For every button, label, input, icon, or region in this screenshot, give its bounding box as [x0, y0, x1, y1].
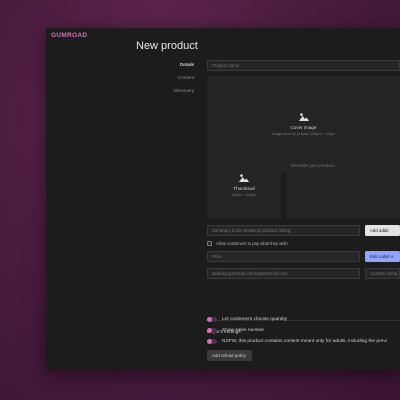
- summary-input[interactable]: Summary to be shown on product listing: [207, 225, 360, 236]
- product-name-placeholder: Product name: [212, 63, 240, 68]
- custom-domain-placeholder: Custom doma: [370, 271, 398, 276]
- pay-what-they-want-label: Allow customers to pay what they wish.: [216, 241, 289, 246]
- cover-image-hint: Image must be at least 1280px × 720px: [271, 132, 336, 136]
- summary-placeholder: Summary to be shown on product listing: [212, 228, 291, 233]
- toggle-row-nsfw[interactable]: NSFW, this product contains content mean…: [207, 339, 387, 344]
- edit-label-button[interactable]: Edit Label o: [365, 251, 400, 262]
- sales-number-toggle[interactable]: [207, 328, 217, 333]
- nav-item-details[interactable]: Details: [156, 61, 194, 74]
- image-icon: [298, 113, 309, 121]
- toggle-row-quantity[interactable]: Let customers choose quantity: [207, 317, 287, 322]
- quantity-toggle[interactable]: [207, 317, 217, 322]
- sales-number-label: Show sales number: [222, 328, 265, 333]
- thumbnail-title: Thumbnail: [233, 185, 255, 191]
- app-window: GUMROAD New product Details Content Disc…: [46, 28, 400, 370]
- product-url-value: delancy.gumroad.com/optimize-for-seo: [212, 271, 288, 276]
- product-url-input[interactable]: delancy.gumroad.com/optimize-for-seo: [207, 268, 360, 279]
- image-icon: [239, 173, 249, 182]
- thumbnail-hint: 600px × 600px: [232, 192, 256, 197]
- add-refund-policy-button[interactable]: Add refund policy: [207, 350, 252, 361]
- nsfw-label: NSFW, this product contains content mean…: [222, 339, 387, 344]
- nav-item-discovery[interactable]: Discovery: [156, 87, 194, 100]
- custom-domain-input[interactable]: Custom doma: [365, 268, 400, 279]
- gumroad-logo[interactable]: GUMROAD: [51, 32, 87, 39]
- toggle-row-sales-number[interactable]: Show sales number: [207, 328, 264, 333]
- page-title: New product: [136, 40, 198, 52]
- quantity-label: Let customers choose quantity: [222, 317, 288, 322]
- product-name-input[interactable]: Product name: [207, 60, 400, 71]
- section-nav: Details Content Discovery: [156, 61, 194, 100]
- description-placeholder: Describe your product...: [291, 163, 338, 168]
- pay-what-they-want-checkbox[interactable]: [207, 241, 212, 246]
- pay-what-they-want-row[interactable]: Allow customers to pay what they wish.: [207, 241, 289, 246]
- price-placeholder: Price: [212, 254, 223, 259]
- cover-image-title: Cover image: [290, 125, 317, 130]
- nsfw-toggle[interactable]: [207, 339, 217, 344]
- price-input[interactable]: Price: [207, 251, 360, 262]
- nav-item-content[interactable]: Content: [156, 74, 194, 87]
- description-textarea[interactable]: Describe your product...: [286, 151, 400, 219]
- thumbnail-upload[interactable]: Thumbnail 600px × 600px: [207, 151, 281, 219]
- add-additional-button[interactable]: Add addit: [365, 225, 400, 236]
